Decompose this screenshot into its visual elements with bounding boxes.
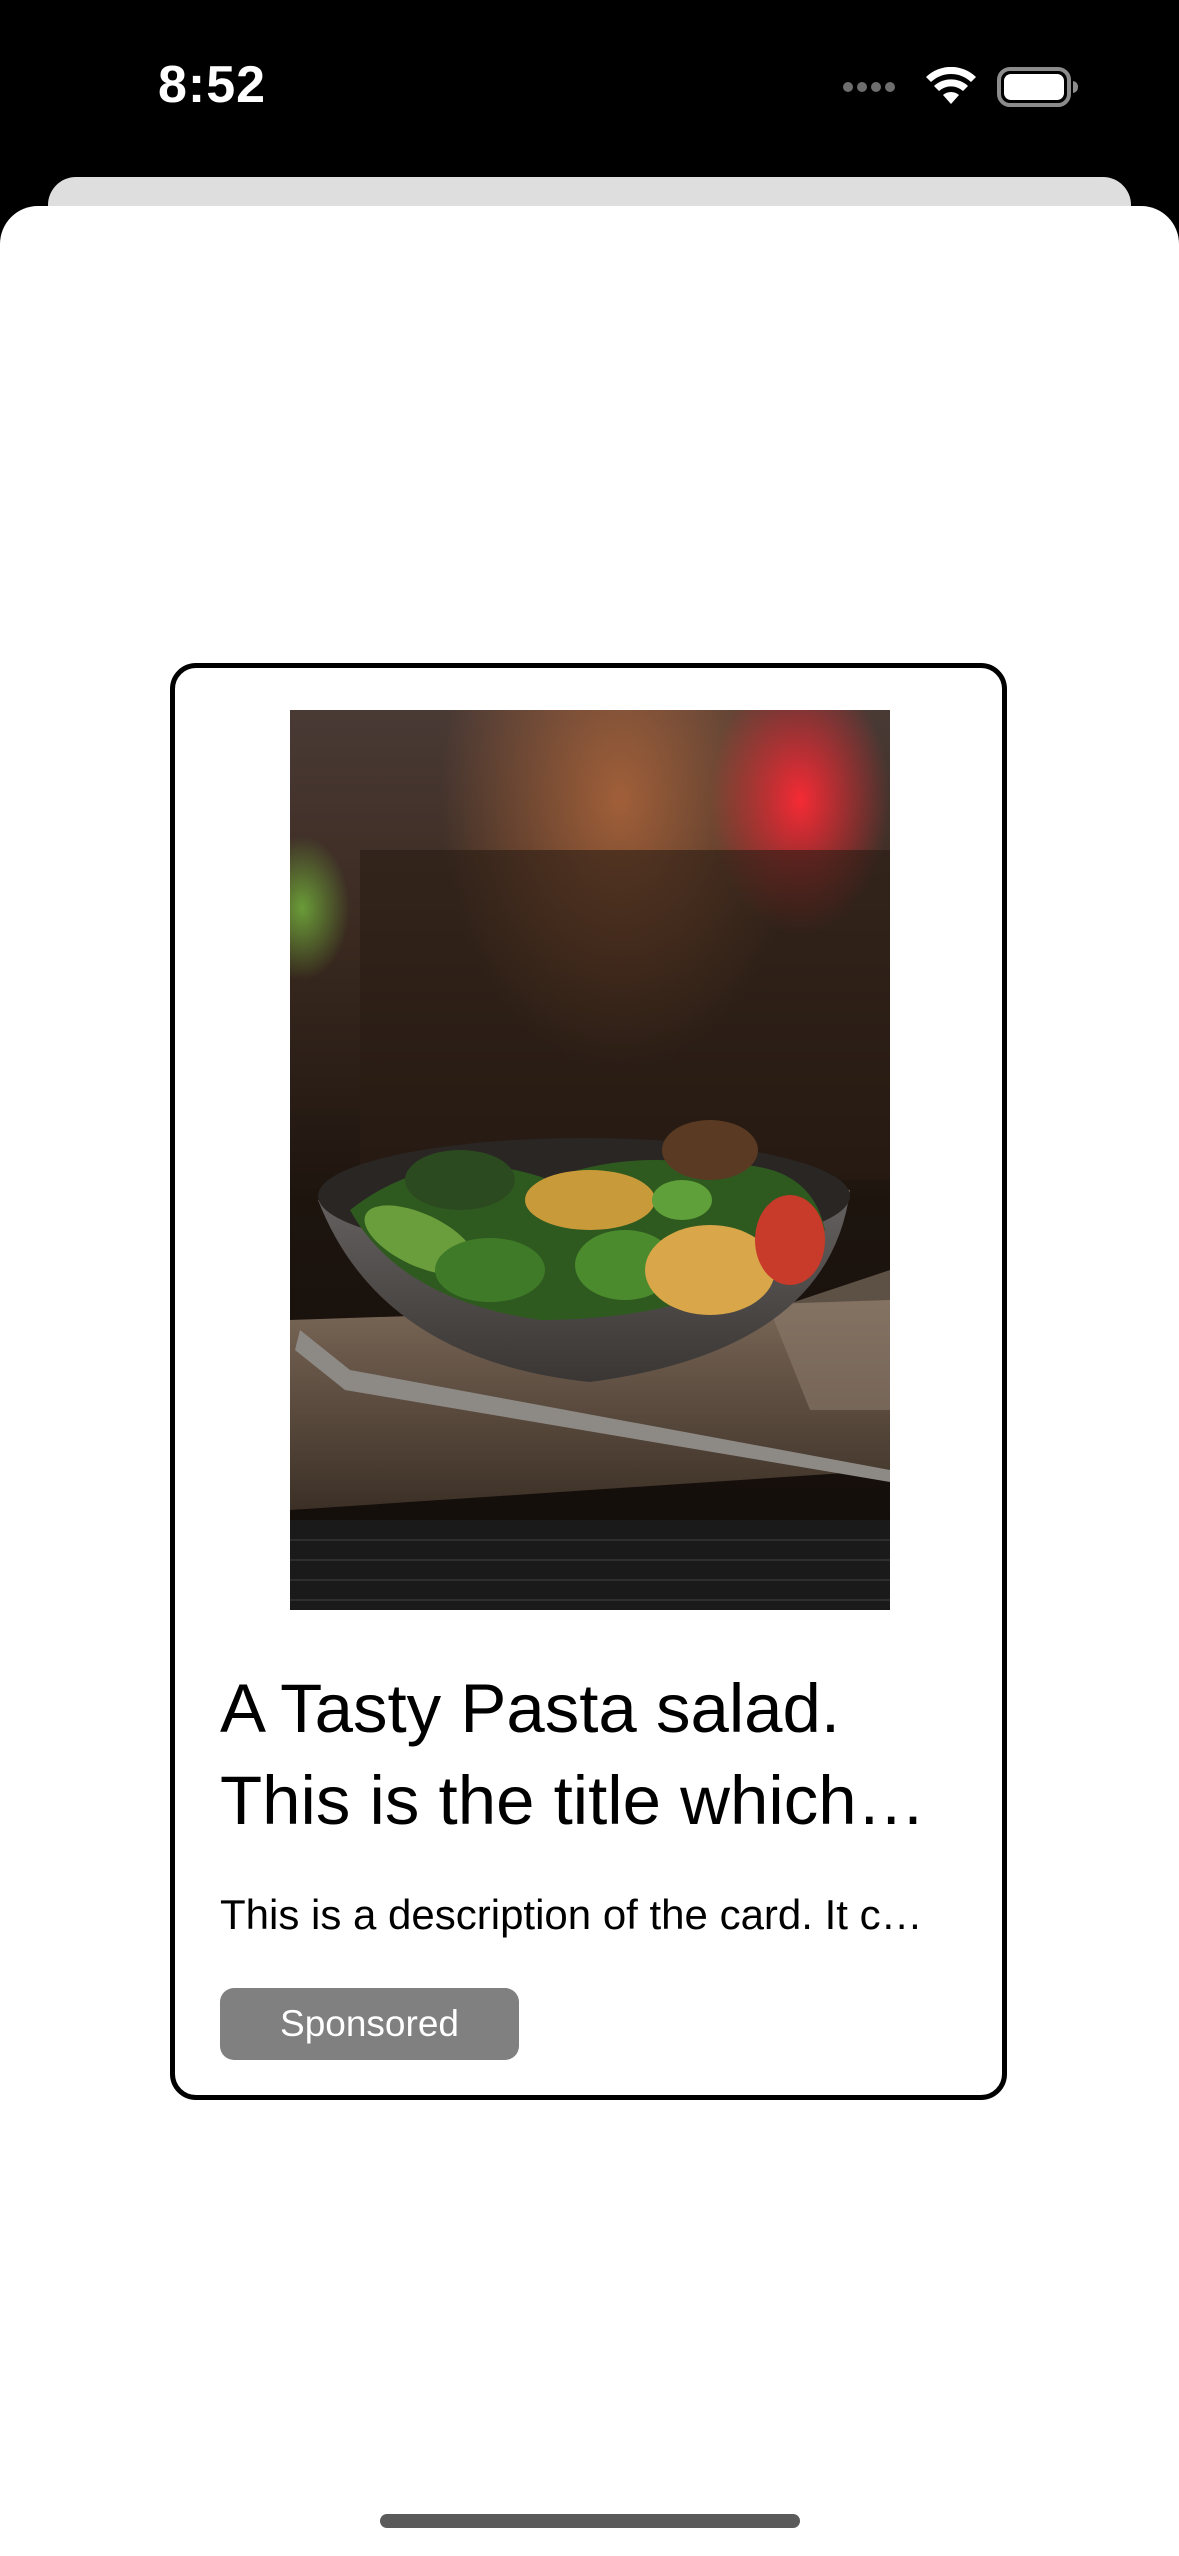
card-image	[290, 710, 890, 1610]
cellular-signal-icon	[841, 82, 897, 92]
content-card[interactable]: A Tasty Pasta salad. This is the title w…	[170, 663, 1007, 2100]
status-icons	[841, 62, 1079, 112]
card-description: This is a description of the card. It c…	[220, 1891, 923, 1938]
status-bar: 8:52	[0, 0, 1179, 170]
battery-icon	[997, 67, 1078, 107]
status-time: 8:52	[158, 56, 267, 114]
home-indicator[interactable]	[380, 2514, 800, 2528]
pasta-salad-photo	[290, 710, 890, 1610]
wifi-icon	[926, 67, 976, 104]
sponsored-badge: Sponsored	[220, 1988, 519, 2060]
app-screen: 8:52 A Tasty Pasta salad. This is the ti…	[0, 0, 1179, 2556]
card-title: A Tasty Pasta salad. This is the title w…	[220, 1670, 926, 1839]
